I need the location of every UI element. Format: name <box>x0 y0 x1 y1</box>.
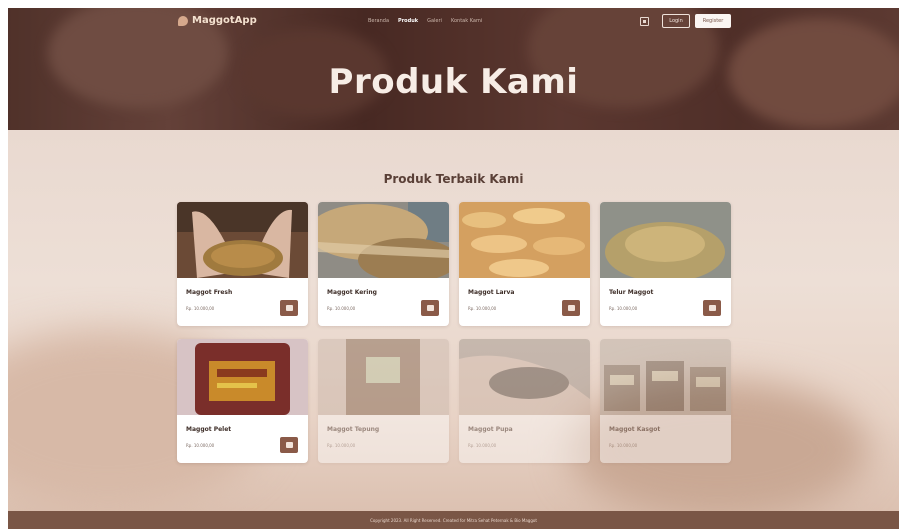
footer: Copyright 2023. All Right Reserved. Crea… <box>8 511 899 529</box>
product-card[interactable]: Maggot Kering Rp. 10.000,00 <box>318 202 449 326</box>
product-name: Maggot Pupa <box>468 426 513 433</box>
nav-menu: Beranda Produk Galeri Kontak Kami <box>368 18 482 24</box>
add-to-cart-button[interactable] <box>562 300 580 316</box>
product-price: Rp. 10.000,00 <box>186 443 215 448</box>
product-name: Maggot Kasgot <box>609 426 661 433</box>
product-card[interactable]: Maggot Tepung Rp. 10.000,00 <box>318 339 449 463</box>
add-to-cart-button[interactable] <box>280 437 298 453</box>
page: MaggotApp Beranda Produk Galeri Kontak K… <box>8 8 899 529</box>
product-card[interactable]: Maggot Kasgot Rp. 10.000,00 <box>600 339 731 463</box>
product-card[interactable]: Maggot Fresh Rp. 10.000,00 <box>177 202 308 326</box>
product-image <box>177 339 308 415</box>
nav-link-beranda[interactable]: Beranda <box>368 18 389 24</box>
brand-logo[interactable]: MaggotApp <box>178 15 257 26</box>
product-card[interactable]: Maggot Pupa Rp. 10.000,00 <box>459 339 590 463</box>
product-name: Maggot Pelet <box>186 426 232 433</box>
product-image <box>459 339 590 415</box>
hero-banner: MaggotApp Beranda Produk Galeri Kontak K… <box>8 8 899 130</box>
product-name: Maggot Kering <box>327 289 377 296</box>
product-name: Maggot Fresh <box>186 289 233 296</box>
product-image <box>318 202 449 278</box>
product-image <box>459 202 590 278</box>
product-grid: Maggot Fresh Rp. 10.000,00 Maggot Kering <box>177 202 731 463</box>
product-image <box>600 339 731 415</box>
product-price: Rp. 10.000,00 <box>186 306 215 311</box>
products-section: Produk Terbaik Kami Maggot Fresh Rp. 10.… <box>8 130 899 511</box>
add-to-cart-button[interactable] <box>703 300 721 316</box>
register-button[interactable]: Register <box>695 14 731 28</box>
login-button[interactable]: Login <box>662 14 690 28</box>
product-card[interactable]: Telur Maggot Rp. 10.000,00 <box>600 202 731 326</box>
product-image <box>318 339 449 415</box>
product-price: Rp. 10.000,00 <box>609 306 638 311</box>
cart-icon <box>285 442 293 448</box>
add-to-cart-button[interactable] <box>421 300 439 316</box>
cart-icon <box>708 305 716 311</box>
nav-link-produk[interactable]: Produk <box>398 18 418 24</box>
page-title: Produk Kami <box>328 62 579 102</box>
cart-icon[interactable] <box>640 17 649 26</box>
cart-icon <box>285 305 293 311</box>
nav-link-galeri[interactable]: Galeri <box>427 18 442 24</box>
cart-icon <box>567 305 575 311</box>
product-name: Maggot Larva <box>468 289 515 296</box>
product-image <box>600 202 731 278</box>
product-card[interactable]: Maggot Pelet Rp. 10.000,00 <box>177 339 308 463</box>
section-title: Produk Terbaik Kami <box>383 172 524 186</box>
navbar: MaggotApp Beranda Produk Galeri Kontak K… <box>8 8 899 38</box>
nav-link-kontak[interactable]: Kontak Kami <box>451 18 482 24</box>
product-price: Rp. 10.000,00 <box>468 306 497 311</box>
add-to-cart-button[interactable] <box>280 300 298 316</box>
product-price: Rp. 10.000,00 <box>468 443 497 448</box>
cart-icon <box>426 305 434 311</box>
product-card[interactable]: Maggot Larva Rp. 10.000,00 <box>459 202 590 326</box>
product-image <box>177 202 308 278</box>
leaf-logo-icon <box>178 15 188 26</box>
product-name: Telur Maggot <box>609 289 654 296</box>
product-name: Maggot Tepung <box>327 426 380 433</box>
product-price: Rp. 10.000,00 <box>609 443 638 448</box>
product-price: Rp. 10.000,00 <box>327 443 356 448</box>
product-price: Rp. 10.000,00 <box>327 306 356 311</box>
brand-name: MaggotApp <box>192 15 257 26</box>
footer-copyright: Copyright 2023. All Right Reserved. Crea… <box>370 517 537 523</box>
